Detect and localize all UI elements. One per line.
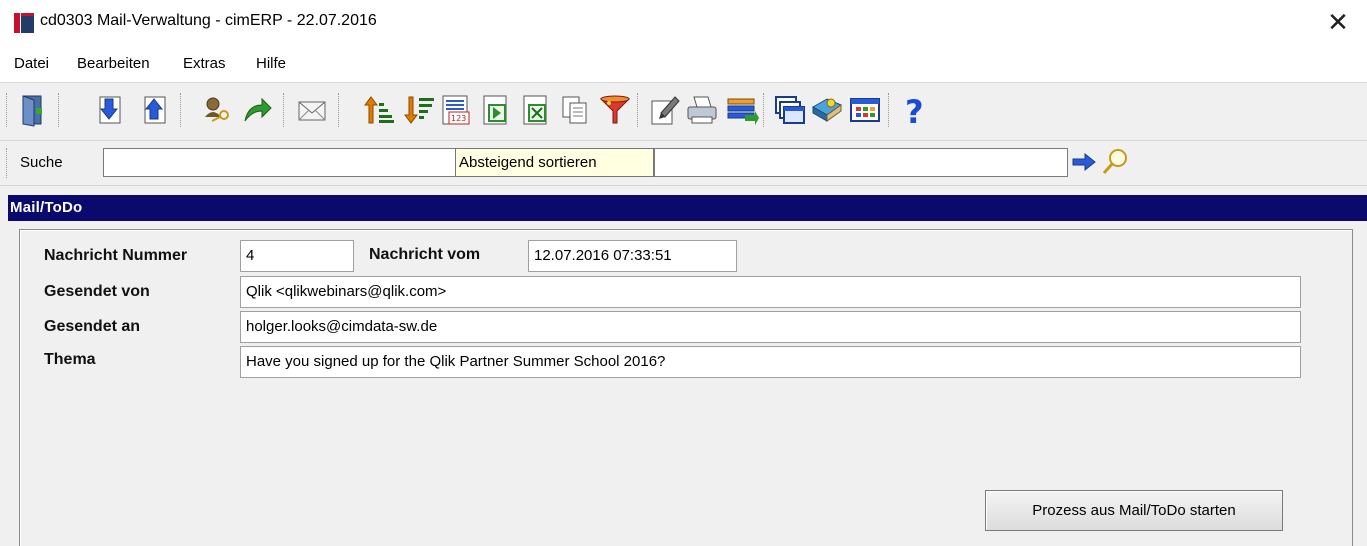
sent-from-field[interactable]: Qlik <qlikwebinars@qlik.com>	[240, 276, 1301, 308]
exit-button[interactable]	[14, 89, 52, 131]
copy-button[interactable]	[556, 89, 594, 131]
edit-document-icon	[651, 96, 680, 125]
book-button[interactable]	[808, 89, 846, 131]
search-label: Suche	[20, 154, 63, 171]
sort-descending-button[interactable]	[400, 89, 438, 131]
sent-to-field[interactable]: holger.looks@cimdata-sw.de	[240, 311, 1301, 343]
mail-icon	[298, 101, 326, 121]
excel-button[interactable]	[517, 89, 555, 131]
number-list-icon: 123	[442, 95, 470, 125]
menu-datei[interactable]: Datei	[14, 55, 49, 72]
toolbar-separator	[180, 93, 183, 127]
sent-to-label: Gesendet an	[44, 318, 141, 335]
message-date-label: Nachricht vom	[369, 246, 481, 263]
sent-from-label: Gesendet von	[44, 283, 150, 300]
move-up-icon	[144, 96, 166, 124]
print-button[interactable]	[683, 89, 721, 131]
transfer-button[interactable]	[723, 89, 761, 131]
arrow-right-icon[interactable]	[1071, 151, 1097, 173]
print-icon	[687, 96, 717, 124]
message-number-label: Nachricht Nummer	[44, 247, 188, 264]
grid-button[interactable]	[846, 89, 884, 131]
search-icon[interactable]	[1100, 147, 1130, 177]
toolbar-grip	[6, 93, 9, 127]
subject-field[interactable]: Have you signed up for the Qlik Partner …	[240, 346, 1301, 378]
toolbar-separator	[283, 93, 286, 127]
message-number-field[interactable]: 4	[240, 240, 354, 272]
message-date-field[interactable]: 12.07.2016 07:33:51	[528, 240, 737, 272]
toolbar-separator	[763, 93, 766, 127]
search-input-secondary[interactable]	[654, 148, 1068, 177]
user-key-icon	[205, 97, 229, 122]
grid-icon	[850, 98, 880, 122]
help-icon: ?	[905, 93, 924, 127]
excel-icon	[523, 95, 547, 125]
number-list-button[interactable]: 123	[437, 89, 475, 131]
subject-label: Thema	[44, 351, 96, 368]
search-input[interactable]	[103, 148, 456, 177]
move-down-icon	[99, 96, 121, 124]
search-bar: Suche Absteigend sortieren	[0, 140, 1367, 186]
export-button[interactable]	[477, 89, 515, 131]
transfer-icon	[727, 98, 759, 125]
export-icon	[483, 95, 507, 125]
svg-text:123: 123	[451, 114, 466, 123]
edit-document-button[interactable]	[645, 89, 683, 131]
svg-text:?: ?	[905, 93, 924, 127]
move-up-button[interactable]	[137, 89, 175, 131]
book-icon	[811, 98, 843, 122]
sort-ascending-icon	[364, 96, 394, 124]
menu-bar: Datei Bearbeiten Extras Hilfe	[0, 46, 1367, 82]
filter-button[interactable]	[596, 89, 634, 131]
sort-ascending-button[interactable]	[360, 89, 398, 131]
toolbar: 123 ?	[0, 82, 1367, 138]
copy-icon	[562, 96, 587, 124]
toolbar-separator	[888, 93, 891, 127]
windows-button[interactable]	[771, 89, 809, 131]
searchbar-grip	[6, 148, 9, 178]
toolbar-separator	[637, 93, 640, 127]
toolbar-separator	[338, 93, 341, 127]
section-header: Mail/ToDo	[8, 195, 1367, 221]
menu-extras[interactable]: Extras	[183, 55, 226, 72]
sort-descending-icon	[404, 96, 434, 124]
start-process-button[interactable]: Prozess aus Mail/ToDo starten	[985, 490, 1283, 531]
exit-icon	[22, 95, 42, 127]
menu-hilfe[interactable]: Hilfe	[256, 55, 286, 72]
menu-bearbeiten[interactable]: Bearbeiten	[77, 55, 150, 72]
move-down-button[interactable]	[92, 89, 130, 131]
mail-button[interactable]	[293, 89, 331, 131]
window-title: cd0303 Mail-Verwaltung - cimERP - 22.07.…	[40, 12, 377, 29]
windows-icon	[775, 96, 805, 124]
app-logo-icon	[14, 13, 34, 33]
forward-button[interactable]	[238, 89, 276, 131]
help-button[interactable]: ?	[897, 89, 935, 131]
tooltip-sort-descending: Absteigend sortieren	[455, 148, 654, 177]
user-key-button[interactable]	[198, 89, 236, 131]
title-bar: cd0303 Mail-Verwaltung - cimERP - 22.07.…	[0, 0, 1367, 46]
mail-detail-panel: Nachricht Nummer 4 Nachricht vom 12.07.2…	[19, 229, 1353, 546]
toolbar-separator	[58, 93, 61, 127]
close-button[interactable]: ✕	[1321, 6, 1355, 40]
forward-icon	[244, 97, 272, 122]
filter-icon	[599, 95, 631, 124]
